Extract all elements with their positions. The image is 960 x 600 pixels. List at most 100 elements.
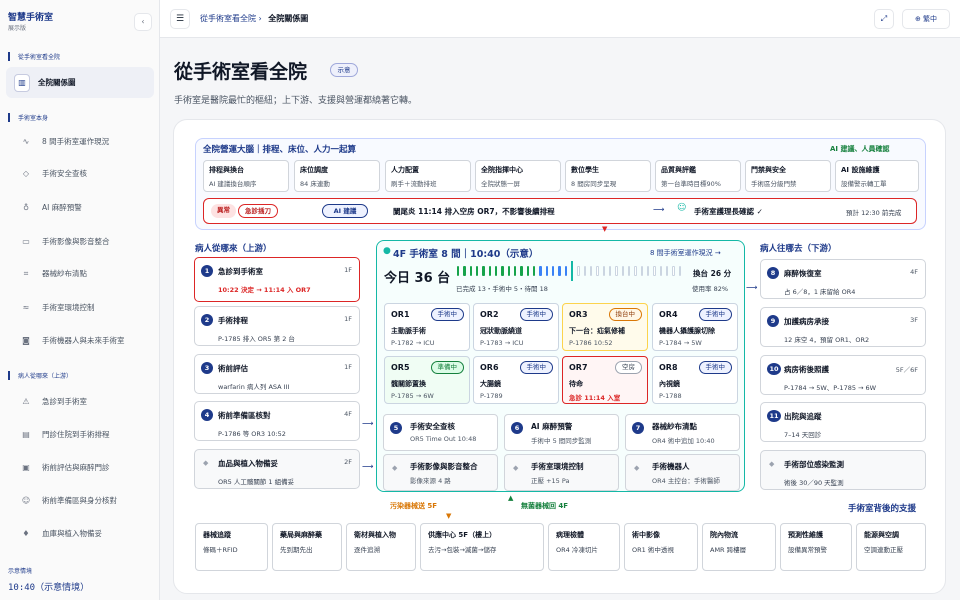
room-status: 準備中 — [430, 361, 464, 374]
menu-button[interactable]: ☰ — [170, 9, 190, 29]
downstream-pacu[interactable]: 8 麻醉恢復室 4F 占 6／8，1 床留給 OR4 — [760, 259, 926, 299]
breadcrumb-parent[interactable]: 從手術室看全院 — [200, 14, 256, 23]
app-title: 智慧手術室 — [8, 13, 54, 23]
room-status: 手術中 — [430, 308, 464, 321]
case-tick — [634, 266, 637, 276]
support-title-text: 衛材與植入物 — [354, 531, 396, 539]
diamond-icon: ◆ — [634, 464, 640, 472]
ops-cell-quality[interactable]: 品質與評鑑 第一台準時目標90% — [655, 160, 741, 192]
downstream-discharge[interactable]: 11 出院與追蹤 7–14 天回診 — [760, 402, 926, 442]
page-lead: 手術室是醫院最忙的樞紐；上下游、支援與營運都繞著它轉。 — [174, 96, 418, 106]
ops-cell-command-center[interactable]: 全院指揮中心 全院狀態一屏 — [475, 160, 561, 192]
fullscreen-button[interactable]: ⤢ — [874, 9, 894, 29]
room-patient: P-1786 10:52 — [569, 339, 613, 347]
sidebar-item-ai-anesthesia[interactable]: ♁ AI 麻醉預警 — [6, 192, 154, 223]
or-room-or2[interactable]: OR2 手術中 冠狀動脈繞道 P-1783 → ICU — [473, 303, 559, 351]
support-pharmacy[interactable]: 藥局與麻醉藥 先到期先出 — [272, 523, 342, 571]
room-procedure: 主動脈手術 — [391, 327, 426, 335]
case-tick — [520, 266, 523, 276]
sidebar-item-label: 術前評估與麻醉門診 — [42, 463, 110, 472]
upstream-preop[interactable]: 3 術前評估 1F warfarin 病人列 ASA III — [194, 354, 360, 394]
language-button[interactable]: ⊕ 繁中 — [902, 9, 950, 29]
ops-cell-title: 人力配置 — [391, 166, 419, 174]
support-hvac[interactable]: 能源與空調 空調連動正壓 — [856, 523, 926, 571]
case-tick — [615, 266, 618, 276]
downstream-icu[interactable]: 9 加護病房承接 3F 12 床空 4，預留 OR1、OR2 — [760, 307, 926, 347]
upstream-item-title: 急診到手術室 — [218, 267, 263, 276]
or-room-or1[interactable]: OR1 手術中 主動脈手術 P-1782 → ICU — [384, 303, 470, 351]
support-intraop-imaging[interactable]: 術中影像 OR1 術中透視 — [624, 523, 698, 571]
upstream-item-desc: P-1785 排入 OR5 第 2 台 — [218, 335, 295, 343]
or-room-or8[interactable]: OR8 手術中 內視鏡 P-1788 — [652, 356, 738, 404]
ops-cell-digital[interactable]: 數位學生 8 間房同步呈現 — [565, 160, 651, 192]
ops-cell-facility[interactable]: AI 設施維護 設備警示轉工單 — [835, 160, 919, 192]
ops-cell-staffing[interactable]: 人力配置 刷手＋流動排班 — [385, 160, 471, 192]
support-pathology[interactable]: 病理檢體 OR4 冷凍切片 — [548, 523, 620, 571]
or-room-or7[interactable]: OR7 空房 待命 急診 11:14 入室 — [562, 356, 648, 404]
module-safety-check[interactable]: 5 手術安全查核 OR5 Time Out 10:48 — [383, 414, 498, 451]
step-badge: 11 — [767, 410, 781, 422]
module-instrument-count[interactable]: 7 器械紗布清點 OR4 術中追加 10:40 — [625, 414, 740, 451]
usage-rate: 使用率 82% — [692, 285, 729, 293]
room-procedure: 冠狀動脈繞道 — [480, 327, 522, 335]
upstream-emergency[interactable]: 1 急診到手術室 1F 10:22 決定 → 11:14 入 OR7 — [194, 257, 360, 302]
downstream-item-title: 出院與追蹤 — [784, 412, 822, 421]
upstream-scheduling[interactable]: 2 手術排程 1F P-1785 排入 OR5 第 2 台 — [194, 306, 360, 346]
ops-cell-scheduling[interactable]: 排程與換台 AI 建議換台順序 — [203, 160, 289, 192]
today-breakdown: 已完成 13・手術中 5・待開 18 — [456, 285, 548, 293]
upstream-title: 病人從哪來（上游） — [195, 244, 272, 254]
floor-label: 3F — [910, 316, 918, 324]
module-ai-anesthesia[interactable]: 6 AI 麻醉預警 手術中 5 間同步監測 — [504, 414, 619, 451]
room-patient: P-1784 → 5W — [659, 339, 702, 347]
module-imaging[interactable]: ◆ 手術影像與影音整合 影像來源 4 路 — [383, 454, 498, 491]
sidebar-item-imaging[interactable]: ▭ 手術影像與影音整合 — [6, 226, 154, 257]
sidebar-item-robotics[interactable]: ◙ 手術機器人與未來手術室 — [6, 325, 154, 356]
shield-icon: ◇ — [22, 169, 30, 178]
sidebar-item-emergency[interactable]: ⚠ 急診到手術室 — [6, 386, 154, 417]
or-status-link[interactable]: 8 間手術室運作現況 → — [650, 248, 721, 258]
upstream-item-title: 術前評估 — [218, 364, 248, 373]
sidebar-item-overview[interactable]: ▥ 全院關係圖 — [6, 67, 154, 98]
or-room-or5[interactable]: OR5 準備中 髖關節置換 P-1785 → 6W — [384, 356, 470, 404]
diamond-icon: ◆ — [203, 459, 209, 467]
upstream-blood[interactable]: ◆ 血品與植入物備妥 2F OR5 人工髖關節 1 組備妥 — [194, 449, 360, 489]
or-room-or6[interactable]: OR6 手術中 大腸鏡 P-1789 — [473, 356, 559, 404]
sidebar-item-instrument-count[interactable]: ⌗ 器械紗布清點 — [6, 258, 154, 289]
collapse-sidebar-button[interactable]: ‹ — [134, 13, 152, 31]
module-desc: 影像來源 4 路 — [410, 477, 451, 485]
support-predictive-maintenance[interactable]: 預測性維護 設備異常預警 — [780, 523, 852, 571]
module-title: 器械紗布清點 — [652, 422, 697, 431]
sidebar-item-environment[interactable]: ≈ 手術室環境控制 — [6, 292, 154, 323]
sidebar-item-identity[interactable]: ☺ 術前準備區與身分核對 — [6, 485, 154, 516]
ops-cell-title: 門禁與安全 — [751, 166, 786, 174]
calendar-icon: ▤ — [22, 430, 30, 439]
downstream-ssi[interactable]: ◆ 手術部位感染監測 術後 30／90 天監測 — [760, 450, 926, 490]
support-sterile-supply[interactable]: 供應中心 5F（樓上） 去污→包裝→滅菌→儲存 — [420, 523, 544, 571]
sidebar-item-or-status[interactable]: ∿ 8 間手術室運作現況 — [6, 126, 154, 157]
step-badge: 5 — [390, 422, 402, 434]
sidebar-item-scheduling[interactable]: ▤ 門診住院到手術排程 — [6, 419, 154, 450]
case-tick — [577, 266, 580, 276]
or-room-or4[interactable]: OR4 手術中 機器人攝護腺切除 P-1784 → 5W — [652, 303, 738, 351]
sidebar-section-overview: 從手術室看全院 — [8, 52, 60, 61]
room-name: OR4 — [659, 310, 678, 319]
ops-cell-beds[interactable]: 床位調度 84 床連動 — [294, 160, 380, 192]
module-environment[interactable]: ◆ 手術室環境控制 正壓 +15 Pa — [504, 454, 619, 491]
dirty-flow-label: 污染器械送 5F — [390, 502, 438, 510]
sidebar-item-blood[interactable]: ♦ 血庫與植入物備妥 — [6, 518, 154, 549]
alert-text: 闌尾炎 11:14 排入空房 OR7，不影響後續排程 — [393, 207, 555, 216]
support-instrument-tracking[interactable]: 器械追蹤 條碼＋RFID — [195, 523, 268, 571]
or-room-or3[interactable]: OR3 換台中 下一台：疝氣修補 P-1786 10:52 — [562, 303, 648, 351]
support-implants[interactable]: 衛材與植入物 逐件追溯 — [346, 523, 416, 571]
sidebar-item-safety-check[interactable]: ◇ 手術安全查核 — [6, 158, 154, 189]
scenario-label: 示意情境 — [8, 568, 33, 575]
sidebar-item-preop[interactable]: ▣ 術前評估與麻醉門診 — [6, 452, 154, 483]
downstream-item-title: 加護病房承接 — [784, 317, 829, 326]
module-robotics[interactable]: ◆ 手術機器人 OR4 主控台：手術醫師 — [625, 454, 740, 491]
upstream-identity[interactable]: 4 術前準備區核對 4F P-1786 等 OR3 10:52 — [194, 401, 360, 441]
sidebar-item-label: 手術安全查核 — [42, 169, 87, 178]
downstream-ward[interactable]: 10 病房術後照護 5F／6F P-1784 → 5W、P-1785 → 6W — [760, 355, 926, 395]
ops-cell-access[interactable]: 門禁與安全 手術區分級門禁 — [745, 160, 831, 192]
upstream-item-desc: 10:22 決定 → 11:14 入 OR7 — [218, 286, 311, 294]
support-logistics[interactable]: 院內物流 AMR 跨樓層 — [702, 523, 776, 571]
